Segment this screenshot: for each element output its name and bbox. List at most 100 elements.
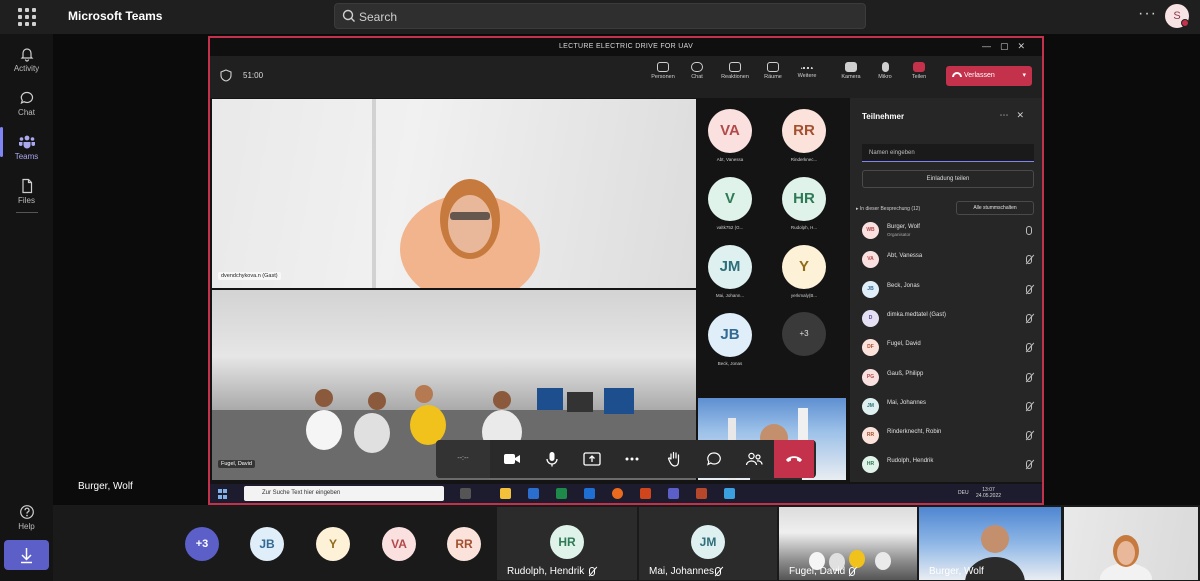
participant-avatar: D bbox=[862, 309, 879, 327]
chat-icon bbox=[691, 62, 703, 72]
rail-item-chat[interactable]: Chat bbox=[0, 84, 53, 128]
participant-name: Rudolph, H... bbox=[790, 225, 818, 230]
shared-screen[interactable]: LECTURE ELECTRIC DRIVE FOR UAV —▢✕ 51:00… bbox=[208, 36, 1044, 505]
camera-button[interactable] bbox=[492, 440, 532, 478]
participant-row[interactable]: PG Gauß, Philipp bbox=[862, 367, 1034, 389]
acrobat-icon[interactable] bbox=[696, 488, 707, 499]
strip-tile-video[interactable]: Fugel, David bbox=[779, 507, 917, 580]
toolbar-camera[interactable]: Kamera bbox=[834, 62, 868, 80]
microphone-icon bbox=[881, 62, 889, 72]
participant-name: Burger, Wolf bbox=[887, 224, 920, 230]
raise-hand-button[interactable] bbox=[654, 440, 694, 478]
outlook-icon[interactable] bbox=[584, 488, 595, 499]
share-icon bbox=[913, 62, 925, 72]
toolbar-rooms[interactable]: Räume bbox=[756, 62, 790, 80]
toolbar-people[interactable]: Personen bbox=[646, 62, 680, 80]
participant-row[interactable]: VA Abt, Vanessa bbox=[862, 249, 1034, 271]
leave-button[interactable]: Verlassen ▾ bbox=[946, 66, 1032, 86]
toolbar-share[interactable]: Teilen bbox=[902, 62, 936, 80]
participant-avatar[interactable]: VA bbox=[708, 109, 752, 153]
share-invite-button[interactable]: Einladung teilen bbox=[862, 170, 1034, 188]
strip-tile[interactable]: JM Mai, Johannes bbox=[639, 507, 777, 580]
presenter-video bbox=[1100, 535, 1152, 580]
participant-avatar[interactable]: Y bbox=[782, 245, 826, 289]
powerpoint-icon[interactable] bbox=[640, 488, 651, 499]
video-tile-name: Fugel, David bbox=[218, 460, 255, 468]
more-icon bbox=[801, 67, 813, 71]
toolbar-mic[interactable]: Mikro bbox=[868, 62, 902, 80]
participant-avatar[interactable]: HR bbox=[782, 177, 826, 221]
search-box[interactable]: Search bbox=[334, 3, 866, 29]
participant-avatar[interactable]: JB bbox=[250, 527, 284, 561]
hang-up-button[interactable] bbox=[774, 440, 814, 478]
chat-icon bbox=[707, 452, 721, 466]
section-label[interactable]: ▸ In dieser Besprechung (12) bbox=[856, 206, 920, 212]
participant-name: yerkmaly(B... bbox=[790, 293, 818, 298]
participant-avatar[interactable]: JM bbox=[708, 245, 752, 289]
participant-name: Abt, Vanessa bbox=[887, 253, 923, 260]
chevron-down-icon[interactable]: ▾ bbox=[1022, 66, 1026, 86]
more-participants-badge[interactable]: +3 bbox=[782, 312, 826, 356]
task-view-icon[interactable] bbox=[460, 488, 471, 499]
mic-off-icon bbox=[1026, 255, 1032, 265]
mic-off-icon bbox=[1026, 284, 1032, 294]
windows-start-icon[interactable] bbox=[218, 489, 228, 499]
app-icon[interactable] bbox=[724, 488, 735, 499]
strip-tile-video[interactable] bbox=[1064, 507, 1198, 580]
microphone-icon bbox=[1026, 226, 1032, 235]
participant-row[interactable]: DF Fugel, David bbox=[862, 337, 1034, 359]
participant-avatar[interactable]: VA bbox=[382, 527, 416, 561]
participant-avatar[interactable]: JB bbox=[708, 313, 752, 357]
participant-row[interactable]: Ddimka.medtatel (Gast) bbox=[862, 308, 1034, 330]
app-title: Microsoft Teams bbox=[68, 9, 163, 23]
participant-row[interactable]: HR Rudolph, Hendrik bbox=[862, 454, 1034, 476]
video-tile-presenter[interactable]: dvendchykova.n (Gast) bbox=[212, 99, 696, 288]
word-icon[interactable] bbox=[528, 488, 539, 499]
participant-row[interactable]: JM Mai, Johannes bbox=[862, 396, 1034, 418]
participants-button[interactable] bbox=[734, 440, 774, 478]
panel-controls[interactable]: ⋯✕ bbox=[999, 110, 1032, 121]
strip-tile-name: Rudolph, Hendrik bbox=[507, 566, 585, 577]
participant-name: Beck, Jonas bbox=[717, 361, 743, 366]
rail-item-help[interactable]: Help bbox=[0, 498, 53, 542]
participant-avatar[interactable]: V bbox=[708, 177, 752, 221]
more-options-icon[interactable]: ··· bbox=[1138, 5, 1157, 23]
phone-hangup-icon bbox=[786, 456, 802, 462]
toolbar-reactions[interactable]: Reaktionen bbox=[718, 62, 752, 80]
app-launcher-icon[interactable] bbox=[16, 6, 38, 28]
toolbar-more[interactable]: Weitere bbox=[790, 62, 824, 79]
file-explorer-icon[interactable] bbox=[500, 488, 511, 499]
participant-search-input[interactable]: Namen eingeben bbox=[862, 144, 1034, 162]
participant-avatar[interactable]: RR bbox=[447, 527, 481, 561]
more-participants-badge[interactable]: +3 bbox=[185, 527, 219, 561]
more-actions-button[interactable] bbox=[612, 440, 652, 478]
rail-item-files[interactable]: Files bbox=[0, 172, 53, 216]
mic-off-icon bbox=[1026, 313, 1032, 323]
taskbar-clock[interactable]: 13:07 24.05.2022 bbox=[976, 487, 1001, 499]
participant-row[interactable]: RR Rinderknecht, Robin bbox=[862, 425, 1034, 447]
mic-off-icon bbox=[1026, 343, 1032, 353]
strip-tile-video[interactable]: Burger, Wolf bbox=[919, 507, 1061, 580]
firefox-icon[interactable] bbox=[612, 488, 623, 499]
chat-button[interactable] bbox=[694, 440, 734, 478]
excel-icon[interactable] bbox=[556, 488, 567, 499]
toolbar-chat[interactable]: Chat bbox=[680, 62, 714, 80]
share-screen-button[interactable] bbox=[572, 440, 612, 478]
teams-icon[interactable] bbox=[668, 488, 679, 499]
microphone-button[interactable] bbox=[532, 440, 572, 478]
rail-item-teams[interactable]: Teams bbox=[0, 128, 53, 172]
keyboard-language[interactable]: DEU bbox=[958, 490, 969, 496]
participant-name: Abt, Vanessa bbox=[716, 157, 744, 162]
participant-row[interactable]: WB Burger, Wolf Organisator bbox=[862, 220, 1034, 242]
participant-role: Organisator bbox=[887, 232, 911, 237]
window-controls: —▢✕ bbox=[981, 41, 1034, 51]
mute-all-button[interactable]: Alle stummschalten bbox=[956, 201, 1034, 215]
taskbar-search-input[interactable]: Zur Suche Text hier eingeben bbox=[244, 486, 444, 501]
download-button[interactable] bbox=[4, 540, 49, 570]
participant-avatar[interactable]: Y bbox=[316, 527, 350, 561]
participant-avatar[interactable]: RR bbox=[782, 109, 826, 153]
participant-row[interactable]: JB Beck, Jonas bbox=[862, 279, 1034, 301]
search-input[interactable]: Search bbox=[359, 10, 397, 24]
rail-item-activity[interactable]: Activity bbox=[0, 40, 53, 84]
strip-tile[interactable]: HR Rudolph, Hendrik bbox=[497, 507, 637, 580]
